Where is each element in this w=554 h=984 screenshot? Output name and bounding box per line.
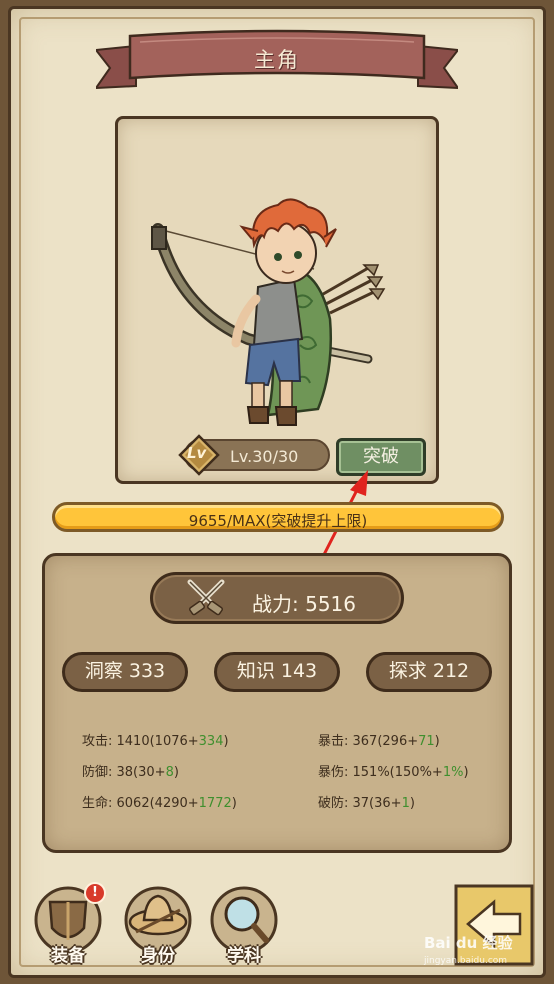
alert-badge: ! [84, 882, 106, 904]
watermark-logo: Bai du 经验 [424, 934, 513, 952]
level-text: Lv.30/30 [230, 447, 299, 466]
character-portrait [115, 116, 439, 484]
exploration-stat: 探求 212 [366, 652, 492, 692]
nav-equipment-label: 装备 [51, 946, 85, 966]
insight-stat: 洞察 333 [62, 652, 188, 692]
defense-stat: 防御: 38(30+8) [82, 765, 179, 780]
experience-bar: 9655/MAX(突破提升上限) [52, 502, 504, 532]
level-badge-label: Lv [187, 444, 207, 462]
nav-discipline-label: 学科 [227, 946, 261, 966]
level-badge-icon: Lv [178, 434, 220, 476]
experience-text: 9655/MAX(突破提升上限) [188, 512, 368, 530]
nav-identity-label: 身份 [141, 946, 175, 966]
armor-break-stat: 破防: 37(36+1) [318, 796, 415, 811]
title-banner: 主角 [96, 28, 458, 94]
crit-damage-stat: 暴伤: 151%(150%+1%) [318, 765, 469, 780]
crit-stat: 暴击: 367(296+71) [318, 734, 440, 749]
combat-power-value: 战力: 5516 [252, 592, 356, 616]
page-title: 主角 [254, 48, 300, 72]
health-stat: 生命: 6062(4290+1772) [82, 796, 237, 811]
crossed-swords-icon [184, 578, 228, 618]
nav-identity-button[interactable]: 身份 [118, 880, 198, 968]
nav-discipline-button[interactable]: 学科 [204, 880, 284, 968]
knowledge-stat: 知识 143 [214, 652, 340, 692]
watermark-url: jingyan.baidu.com [424, 956, 508, 966]
attack-stat: 攻击: 1410(1076+334) [82, 734, 229, 749]
